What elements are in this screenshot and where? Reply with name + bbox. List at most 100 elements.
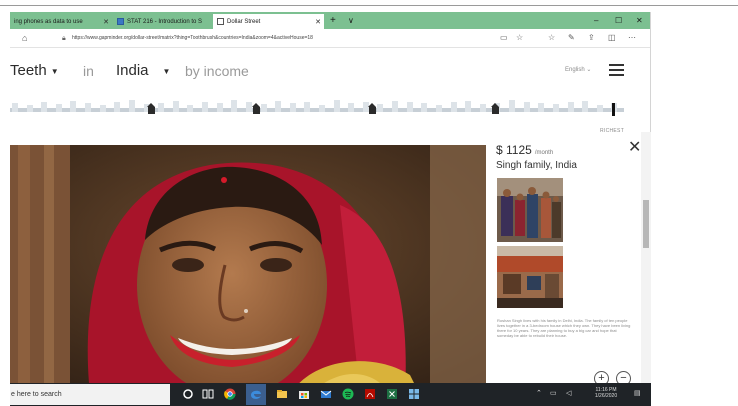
new-tab-button[interactable]: + <box>330 14 336 27</box>
pen-icon[interactable]: ✎ <box>568 32 575 44</box>
slider-handle[interactable] <box>611 103 615 116</box>
cortana-icon[interactable] <box>182 388 194 400</box>
clock-date: 1/26/2020 <box>594 393 618 399</box>
income-bucket <box>114 102 121 112</box>
income-bucket <box>289 103 296 112</box>
chrome-icon[interactable] <box>224 388 236 400</box>
scrollbar-thumb[interactable] <box>643 200 649 248</box>
chevron-down-icon: ⌄ <box>586 67 592 73</box>
search-placeholder: e here to search <box>11 391 62 398</box>
house-marker-icon[interactable] <box>368 103 377 114</box>
favorite-star-icon[interactable]: ☆ <box>516 32 523 44</box>
income-bucket <box>319 105 325 112</box>
windows-taskbar: e here to search ⌃ ▭ ◁ 11:16 PM 1/26/202… <box>10 383 651 406</box>
maximize-button[interactable]: ☐ <box>615 14 622 27</box>
volume-icon[interactable]: ◁ <box>566 390 571 398</box>
country-select[interactable]: India ▼ <box>116 62 170 79</box>
tab-bar: ing phones as data to use ✕ STAT 216 - I… <box>10 12 650 29</box>
battery-icon[interactable]: ▭ <box>550 390 557 398</box>
tab-stat216[interactable]: STAT 216 - Introduction to S <box>113 14 211 29</box>
woman-smiling-photo <box>10 145 486 390</box>
file-explorer-icon[interactable] <box>276 388 288 400</box>
hamburger-menu-icon[interactable] <box>609 64 624 76</box>
tab-phones-data[interactable]: ing phones as data to use ✕ <box>10 14 112 29</box>
share-icon[interactable]: ⇪ <box>588 32 595 44</box>
income-bucket <box>12 103 18 112</box>
income-bucket <box>158 103 165 112</box>
country-value: India <box>116 62 149 79</box>
income-bucket <box>435 105 442 112</box>
income-bucket <box>333 100 340 112</box>
excel-icon[interactable] <box>386 388 398 400</box>
browser-window: ing phones as data to use ✕ STAT 216 - I… <box>10 12 651 390</box>
income-period: /month <box>534 150 554 156</box>
minimize-button[interactable]: – <box>594 14 598 27</box>
income-bucket <box>567 102 574 112</box>
top-divider <box>0 5 738 6</box>
income-bucket <box>275 101 282 112</box>
house-marker-icon[interactable] <box>147 103 156 114</box>
thing-select[interactable]: Teeth ▼ <box>10 62 59 79</box>
tab-close-icon[interactable]: ✕ <box>315 18 321 26</box>
income-bucket <box>231 100 238 112</box>
acrobat-icon[interactable] <box>364 388 376 400</box>
close-panel-button[interactable]: ✕ <box>628 140 641 156</box>
income-bucket <box>216 103 223 112</box>
tabs-aside-icon[interactable]: ◫ <box>608 32 616 44</box>
income-bucket <box>377 104 384 112</box>
reading-view-icon[interactable]: ▭ <box>500 32 508 44</box>
income-bucket <box>85 103 92 112</box>
tab-title: STAT 216 - Introduction to S <box>127 18 203 25</box>
url-text: https://www.gapminder.org/dollar-street/… <box>72 35 313 41</box>
store-icon[interactable] <box>298 388 310 400</box>
url-field[interactable]: 🔒︎ https://www.gapminder.org/dollar-stre… <box>62 32 532 45</box>
taskbar-search-input[interactable]: e here to search <box>10 384 170 405</box>
tab-list-button[interactable]: ∨ <box>348 14 354 27</box>
income-bucket <box>450 102 457 112</box>
family-info-panel: $ 1125/month ✕ Singh family, India Rosha… <box>494 133 650 390</box>
task-view-icon[interactable] <box>202 388 214 400</box>
family-name: Singh family, India <box>496 160 577 171</box>
income-bucket <box>552 104 559 112</box>
family-group-photo <box>497 178 563 242</box>
language-value: English <box>565 67 585 73</box>
taskbar-clock[interactable]: 11:16 PM 1/26/2020 <box>586 387 626 399</box>
page-header: Teeth ▼ in India ▼ by income English ⌄ <box>10 49 650 95</box>
income-bucket <box>509 100 516 112</box>
word-in: in <box>83 63 94 79</box>
more-icon[interactable]: ⋯ <box>628 32 636 44</box>
income-bucket <box>26 105 33 112</box>
family-photo[interactable] <box>10 145 486 390</box>
income-bucket <box>260 104 267 112</box>
tab-favicon-icon <box>117 18 124 25</box>
windows-app-icon[interactable] <box>408 388 420 400</box>
income-bucket <box>304 102 311 112</box>
favorites-hub-icon[interactable]: ☆ <box>548 32 555 44</box>
house-photo-thumbnail[interactable] <box>497 246 563 308</box>
page-scrollbar[interactable] <box>641 132 651 383</box>
house-marker-icon[interactable] <box>251 103 261 114</box>
income-bucket <box>465 101 472 112</box>
income-slider[interactable] <box>10 100 624 116</box>
income-bucket <box>172 101 179 112</box>
income-bucket <box>187 105 194 112</box>
income-bucket <box>523 102 530 112</box>
house-marker-icon[interactable] <box>491 103 500 114</box>
income-bucket <box>99 105 106 112</box>
home-icon[interactable]: ⌂ <box>22 32 27 44</box>
address-bar: ⌂ 🔒︎ https://www.gapminder.org/dollar-st… <box>10 29 650 48</box>
income-distribution <box>10 100 624 115</box>
close-window-button[interactable]: ✕ <box>636 14 643 27</box>
tab-close-icon[interactable]: ✕ <box>103 18 109 26</box>
language-select[interactable]: English ⌄ <box>565 66 591 73</box>
tab-dollar-street[interactable]: Dollar Street ✕ <box>213 14 324 29</box>
home-photo-thumbnail[interactable] <box>497 178 563 242</box>
income-bucket <box>128 100 135 112</box>
income-bucket <box>202 102 209 112</box>
edge-active-highlight[interactable] <box>246 384 266 405</box>
chevron-down-icon: ▼ <box>162 66 171 76</box>
spotify-icon[interactable] <box>342 388 354 400</box>
notifications-icon[interactable]: ▤ <box>634 390 641 398</box>
chevron-up-icon[interactable]: ⌃ <box>536 390 542 398</box>
mail-icon[interactable] <box>320 388 332 400</box>
